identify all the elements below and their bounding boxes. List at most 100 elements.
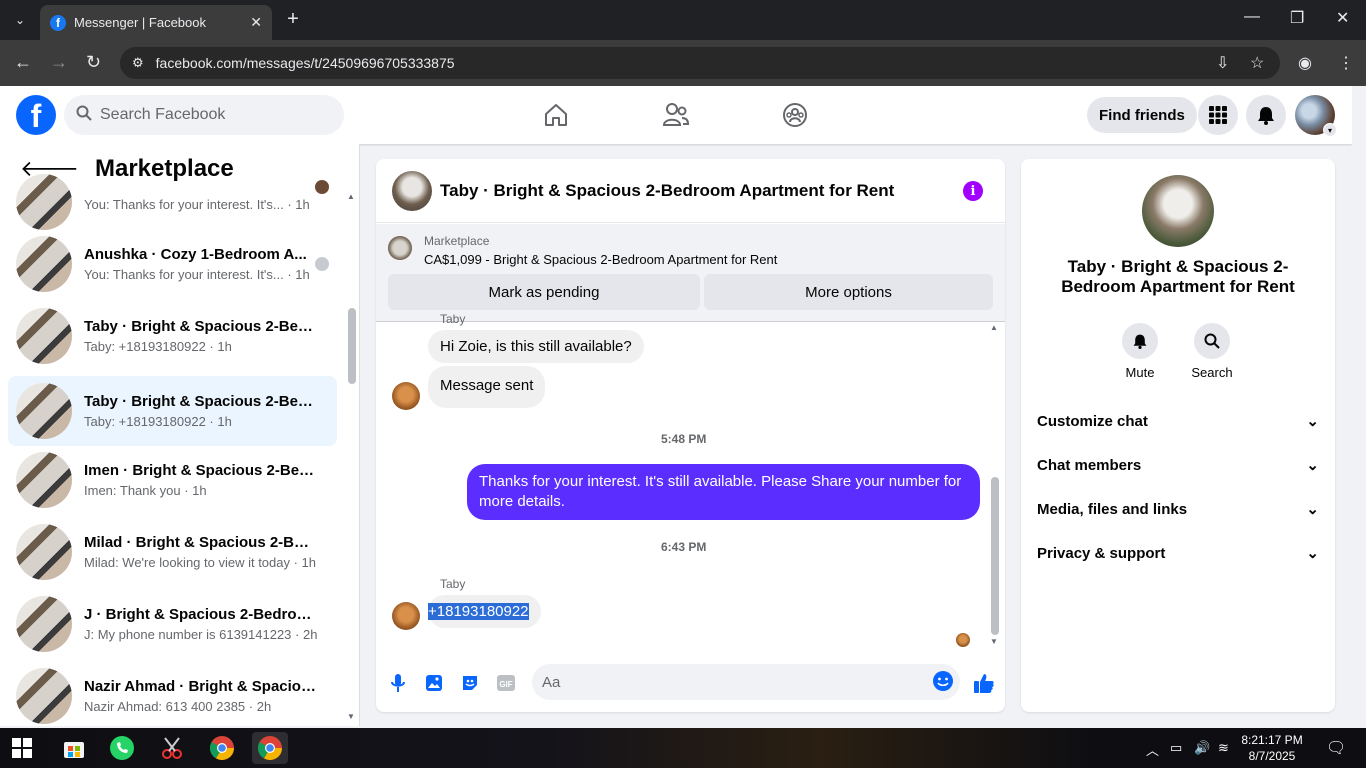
whatsapp-icon[interactable]: [104, 732, 140, 764]
window-close-icon[interactable]: ✕: [1336, 8, 1349, 28]
listing-title[interactable]: CA$1,099 - Bright & Spacious 2-Bedroom A…: [424, 252, 777, 267]
conversation-scrollbar[interactable]: ▲ ▼: [347, 192, 359, 722]
sender-name: Taby: [440, 312, 466, 326]
site-info-icon[interactable]: ⚙: [132, 55, 144, 71]
more-options-button[interactable]: More options: [704, 274, 993, 310]
mute-label: Mute: [1125, 365, 1155, 380]
wifi-icon[interactable]: ≋: [1218, 740, 1229, 756]
conversation-snippet: J: My phone number is 6139141223 · 2h: [84, 627, 318, 642]
thumbs-up-icon[interactable]: [972, 671, 996, 695]
scroll-up-icon[interactable]: ▲: [990, 323, 998, 332]
conversation-item[interactable]: Milad · Bright & Spacious 2-Bed... Milad:…: [8, 520, 337, 584]
address-bar[interactable]: ⚙ facebook.com/messages/t/24509696705333…: [120, 47, 1280, 79]
battery-icon[interactable]: ▭: [1170, 740, 1182, 756]
marketplace-conversations-panel: 🡐 Marketplace You: Thanks for your inter…: [0, 144, 360, 726]
find-friends-button[interactable]: Find friends: [1087, 97, 1197, 133]
mark-as-pending-button[interactable]: Mark as pending: [388, 274, 700, 310]
sticker-icon[interactable]: [458, 671, 482, 695]
home-icon[interactable]: [541, 100, 571, 130]
url-text[interactable]: facebook.com/messages/t/2450969670533387…: [156, 55, 455, 71]
bookmark-star-icon[interactable]: ☆: [1250, 53, 1264, 73]
selected-phone-number[interactable]: +18193180922: [428, 603, 529, 620]
tab-search-button[interactable]: ⌄: [6, 8, 34, 32]
scroll-up-icon[interactable]: ▲: [347, 192, 355, 201]
chevron-down-icon: ⌄: [1306, 457, 1319, 474]
conversation-item[interactable]: Nazir Ahmad · Bright & Spaciou... Nazir A…: [8, 664, 337, 726]
message-input-field[interactable]: [532, 664, 960, 700]
privacy-support-item[interactable]: Privacy & support ⌄: [1029, 531, 1327, 575]
scrollbar-thumb[interactable]: [348, 308, 356, 384]
snipping-tool-icon[interactable]: [154, 732, 190, 764]
notification-center-icon[interactable]: 🗨: [1326, 738, 1346, 758]
minimize-icon[interactable]: —: [1244, 8, 1260, 26]
search-in-conversation-button[interactable]: Search: [1182, 323, 1242, 380]
conversation-item[interactable]: J · Bright & Spacious 2-Bedroom... J: My …: [8, 592, 337, 656]
emoji-icon[interactable]: [932, 670, 954, 697]
scroll-down-icon[interactable]: ▼: [347, 712, 355, 721]
back-arrow-icon[interactable]: ←: [14, 52, 32, 73]
browser-menu-icon[interactable]: ⋮: [1338, 53, 1354, 73]
conversation-item[interactable]: Taby · Bright & Spacious 2-Bedr... Taby: …: [8, 304, 337, 368]
seen-avatar: [315, 180, 329, 194]
restore-icon[interactable]: ❐: [1290, 8, 1304, 28]
friends-icon[interactable]: [661, 100, 691, 130]
volume-icon[interactable]: 🔊: [1194, 740, 1210, 756]
message-input[interactable]: [542, 673, 912, 691]
media-files-links-item[interactable]: Media, files and links ⌄: [1029, 487, 1327, 531]
install-app-icon[interactable]: ⇩: [1216, 53, 1229, 73]
show-hidden-icons-icon[interactable]: ︿: [1146, 740, 1159, 759]
scroll-down-icon[interactable]: ▼: [990, 637, 998, 646]
conversation-item[interactable]: Imen · Bright & Spacious 2-Bedr... Imen: …: [8, 448, 337, 512]
windows-start-icon[interactable]: [4, 732, 40, 764]
groups-icon[interactable]: [780, 100, 810, 130]
page-scrollbar[interactable]: [1352, 86, 1366, 726]
notifications-bell-icon[interactable]: [1246, 95, 1286, 135]
chrome-active-icon[interactable]: [252, 732, 288, 764]
system-clock[interactable]: 8:21:17 PM 8/7/2025: [1238, 732, 1306, 764]
bell-icon[interactable]: [1122, 323, 1158, 359]
sender-avatar[interactable]: [392, 602, 420, 630]
reload-icon[interactable]: ↻: [86, 52, 101, 73]
tab-close-icon[interactable]: ✕: [250, 14, 262, 31]
customize-chat-item[interactable]: Customize chat ⌄: [1029, 399, 1327, 443]
search-icon[interactable]: [1194, 323, 1230, 359]
windows-taskbar: ︿ ▭ 🔊 ≋ 8:21:17 PM 8/7/2025 🗨: [0, 728, 1366, 768]
message-bubble-incoming[interactable]: Hi Zoie, is this still available?: [428, 330, 644, 363]
microsoft-store-icon[interactable]: [56, 732, 92, 764]
chat-title[interactable]: Taby · Bright & Spacious 2-Bedroom Apart…: [440, 181, 894, 201]
item-label: Customize chat: [1037, 412, 1148, 430]
profile-icon[interactable]: ◉: [1298, 53, 1312, 73]
listing-thumbnail: [16, 452, 72, 508]
info-icon[interactable]: i: [963, 181, 983, 201]
scrollbar-thumb[interactable]: [991, 477, 999, 635]
message-bubble-outgoing[interactable]: Thanks for your interest. It's still ava…: [467, 464, 980, 520]
search-input[interactable]: [100, 106, 320, 124]
conversation-item[interactable]: Anushka · Cozy 1-Bedroom A... You: Thanks…: [8, 232, 337, 296]
message-bubble-incoming[interactable]: +18193180922: [428, 595, 541, 628]
chat-members-item[interactable]: Chat members ⌄: [1029, 443, 1327, 487]
facebook-logo-icon[interactable]: f: [16, 95, 56, 135]
gif-icon[interactable]: GIF: [494, 671, 518, 695]
chat-scrollbar[interactable]: ▲ ▼: [988, 323, 1002, 649]
microphone-icon[interactable]: [386, 671, 410, 695]
menu-grid-icon[interactable]: [1198, 95, 1238, 135]
browser-tab[interactable]: f Messenger | Facebook ✕: [40, 5, 272, 40]
chrome-icon[interactable]: [204, 732, 240, 764]
new-tab-button[interactable]: +: [282, 8, 304, 30]
account-avatar[interactable]: ▾: [1295, 95, 1337, 137]
conversation-item[interactable]: You: Thanks for your interest. It's... ·…: [8, 170, 337, 234]
chat-avatar[interactable]: [392, 170, 432, 211]
facebook-search[interactable]: [64, 95, 344, 135]
svg-text:GIF: GIF: [499, 680, 512, 689]
conversation-name: Nazir Ahmad · Bright & Spaciou...: [84, 678, 316, 695]
message-bubble-incoming[interactable]: Message sent: [428, 366, 546, 408]
conversation-avatar[interactable]: [1142, 175, 1214, 247]
sender-avatar[interactable]: [392, 382, 420, 410]
listing-thumbnail[interactable]: [388, 236, 412, 260]
forward-arrow-icon[interactable]: →: [50, 52, 68, 73]
photo-icon[interactable]: [422, 671, 446, 695]
conversation-item-active[interactable]: Taby · Bright & Spacious 2-Bedr... Taby: …: [8, 376, 337, 446]
browser-tab-bar: ⌄ f Messenger | Facebook ✕ + — ❐ ✕: [0, 0, 1366, 40]
conversation-snippet: Imen: Thank you · 1h: [84, 483, 207, 498]
mute-button[interactable]: Mute: [1110, 323, 1170, 380]
